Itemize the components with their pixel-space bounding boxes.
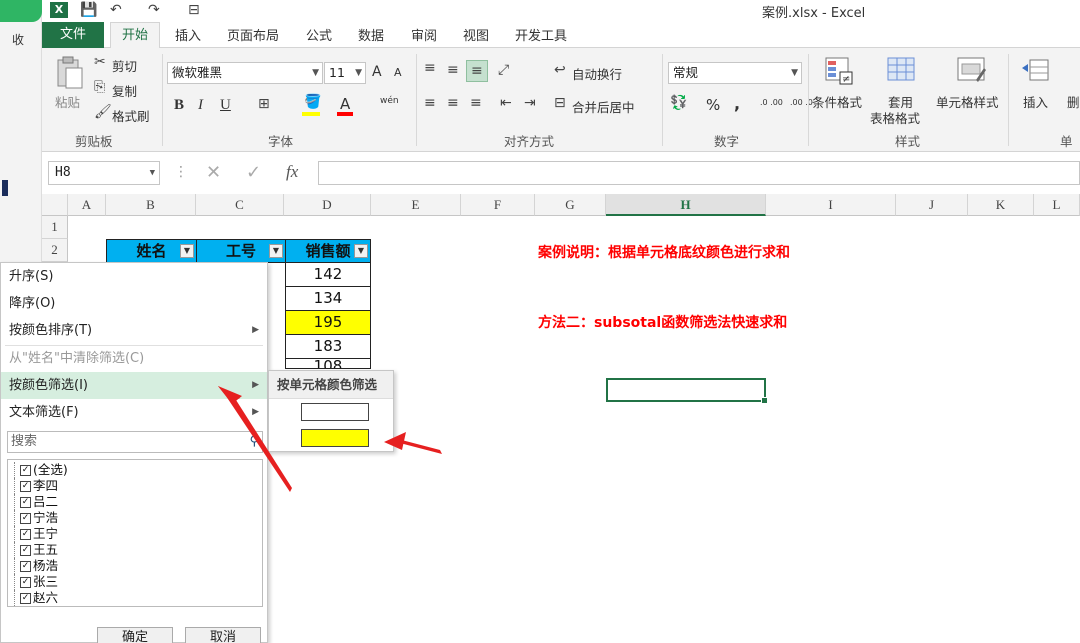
arrowhead-icon [384, 432, 406, 450]
arrow-to-color-filter [218, 386, 292, 492]
annotation-arrows [218, 386, 442, 492]
arrowhead-icon [218, 386, 242, 404]
